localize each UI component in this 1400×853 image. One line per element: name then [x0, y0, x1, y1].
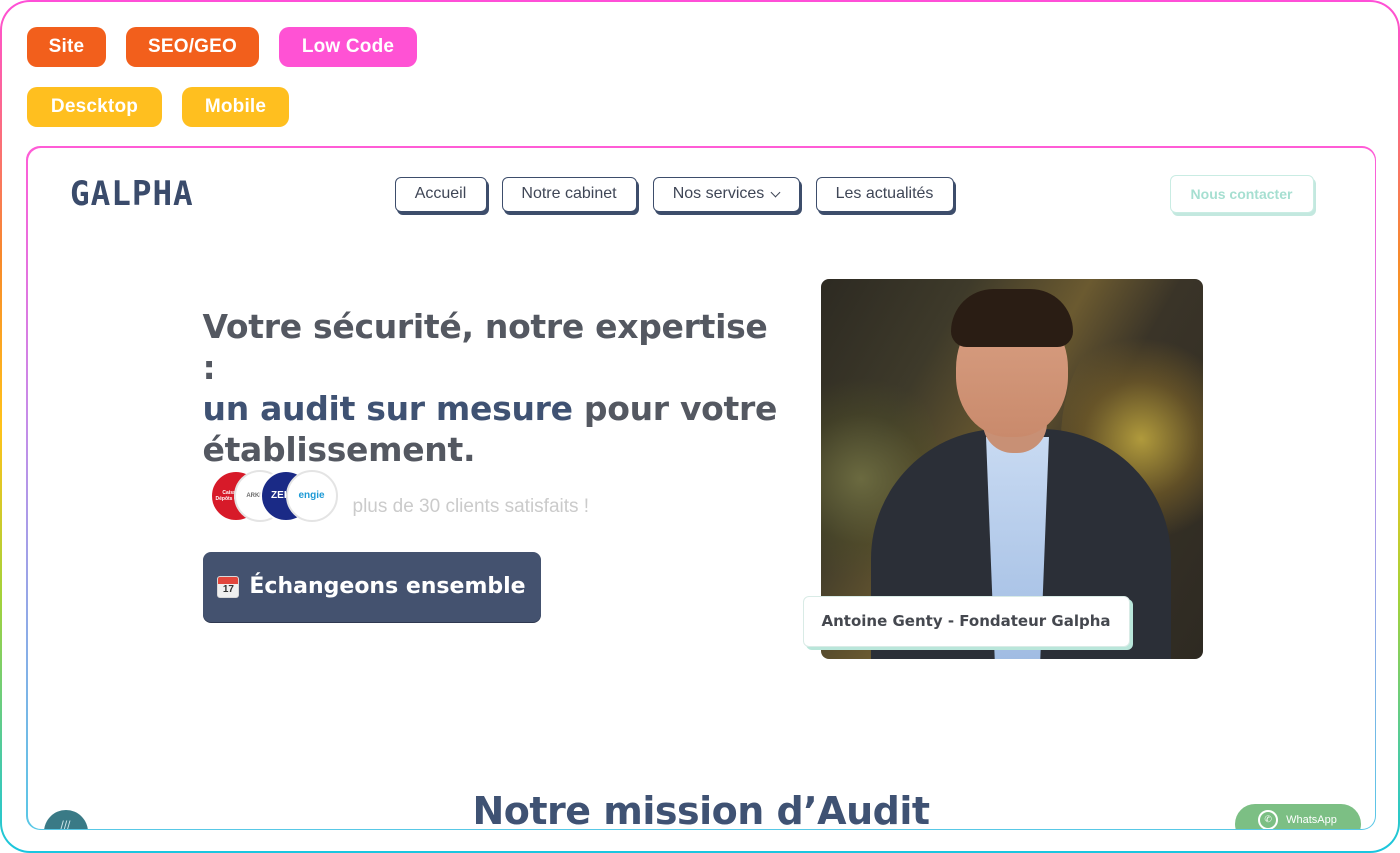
client-logo-engie: engie [285, 469, 338, 522]
outer-card-inner: Site SEO/GEO Low Code Descktop Mobile GA… [2, 2, 1398, 851]
calendar-icon: 17 [217, 575, 240, 598]
nav-nos-services[interactable]: Nos services [652, 176, 800, 212]
whatsapp-button[interactable]: ✆ WhatsApp [1234, 803, 1361, 829]
contact-button[interactable]: Nous contacter [1169, 174, 1314, 213]
tag-mobile[interactable]: Mobile [182, 87, 289, 127]
tag-seo-geo[interactable]: SEO/GEO [126, 27, 259, 67]
client-logos: Caisse des Dépôts GROUPE ARKEMA ZEISS en… [209, 469, 340, 522]
nav-nos-services-label: Nos services [672, 185, 765, 202]
whatsapp-label: WhatsApp [1286, 813, 1337, 826]
nav-les-actualites-label: Les actualités [835, 185, 934, 202]
tag-site[interactable]: Site [27, 27, 106, 67]
cta-echangeons-button[interactable]: 17 Échangeons ensemble [202, 551, 541, 622]
headline-accent: un audit sur mesure [202, 388, 574, 428]
nav-notre-cabinet[interactable]: Notre cabinet [501, 176, 637, 212]
site-logo[interactable]: GALPHA [70, 174, 194, 214]
hero-headline: Votre sécurité, notre expertise : un aud… [203, 306, 783, 470]
section-title-mission: Notre mission d’Audit [472, 788, 930, 829]
chevron-down-icon [770, 187, 781, 197]
clients-count-text: plus de 30 clients satisfaits ! [352, 495, 590, 517]
website-preview-inner: GALPHA Accueil Notre cabinet Nos service… [27, 147, 1375, 829]
tag-low-code[interactable]: Low Code [279, 27, 417, 67]
nav-accueil[interactable]: Accueil [394, 176, 487, 212]
tag-desktop[interactable]: Descktop [27, 87, 162, 127]
nav-notre-cabinet-label: Notre cabinet [521, 185, 617, 202]
nav-les-actualites[interactable]: Les actualités [815, 176, 954, 212]
nav-accueil-label: Accueil [414, 185, 467, 202]
whatsapp-icon: ✆ [1258, 809, 1279, 829]
outer-card: Site SEO/GEO Low Code Descktop Mobile GA… [0, 0, 1400, 853]
headline-part1: Votre sécurité, notre expertise : [202, 306, 768, 387]
cta-label: Échangeons ensemble [249, 574, 526, 599]
website-preview: GALPHA Accueil Notre cabinet Nos service… [26, 146, 1376, 830]
photo-caption: Antoine Genty - Fondateur Galpha [802, 595, 1130, 647]
